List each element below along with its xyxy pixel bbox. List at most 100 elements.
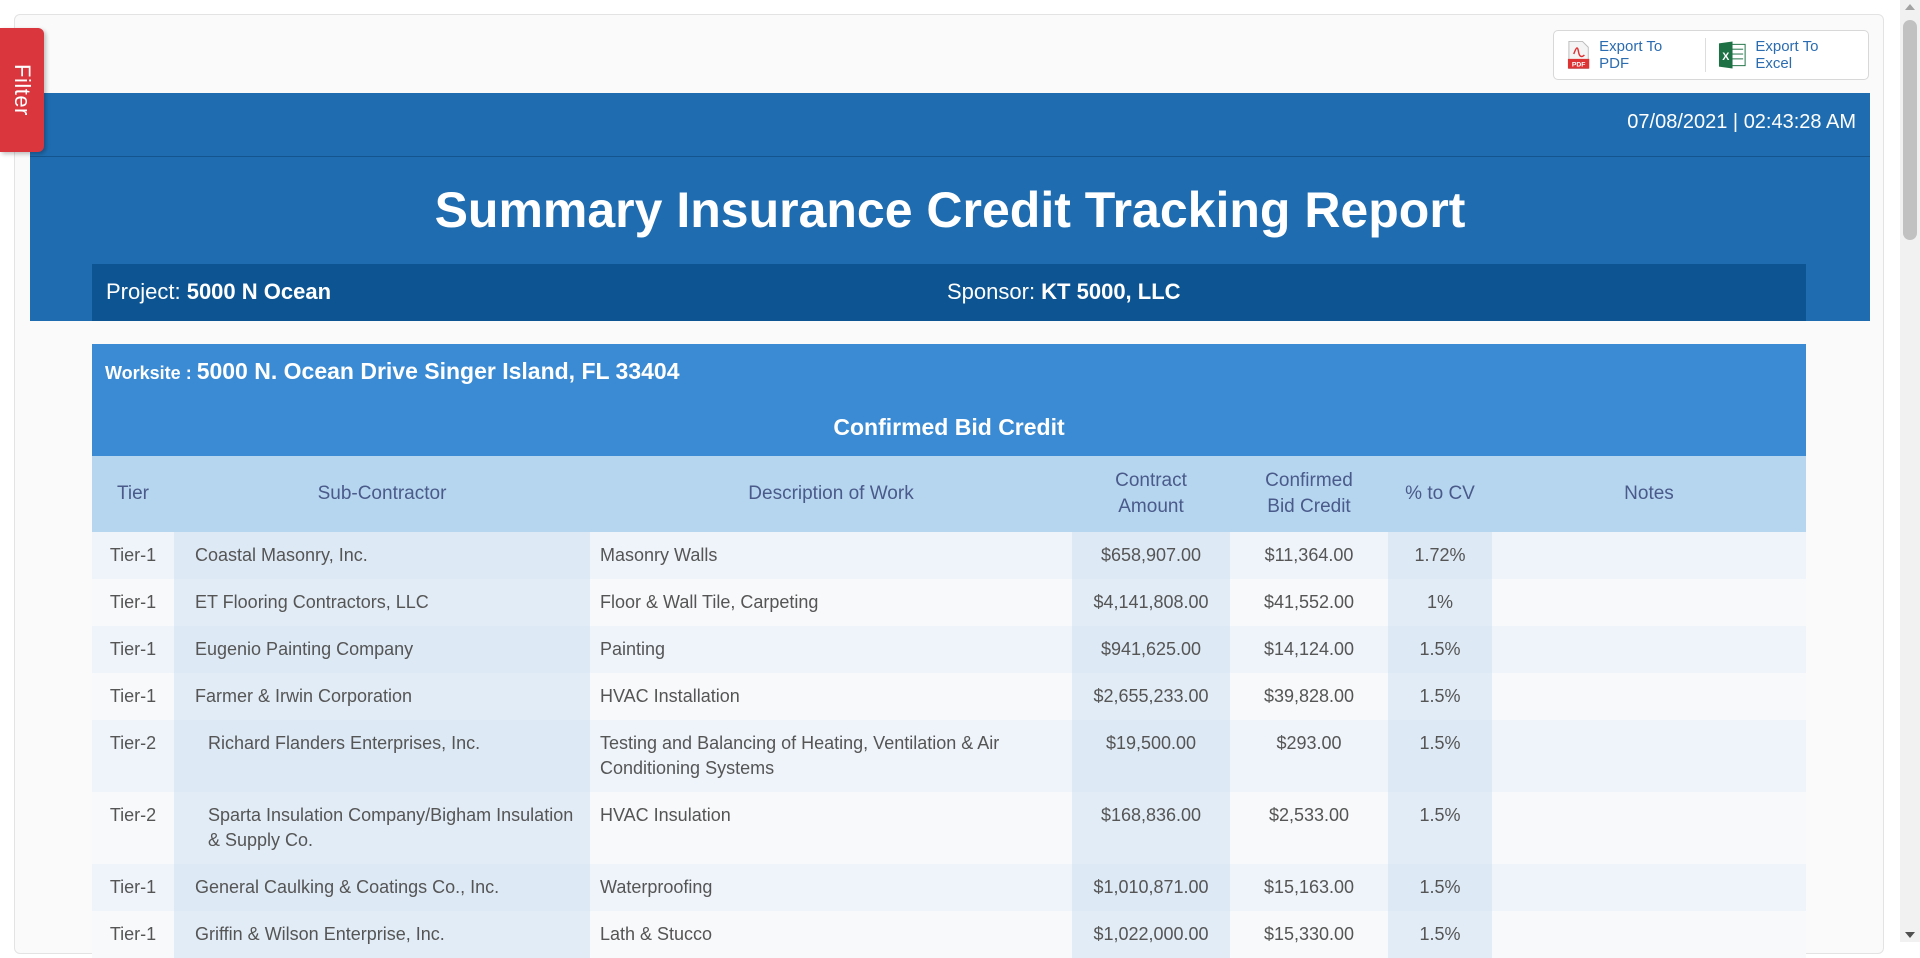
table-row: Tier-1 Eugenio Painting Company Painting $9… [92,626,1806,673]
cell-sub-contractor: General Caulking & Coatings Co., Inc. [174,864,590,911]
cell-contract-amount: $658,907.00 [1072,532,1230,579]
project-value: 5000 N Ocean [186,279,332,304]
cell-contract-amount: $1,022,000.00 [1072,911,1230,958]
cell-description: HVAC Installation [590,673,1072,720]
scroll-thumb[interactable] [1903,20,1917,240]
svg-text:X: X [1722,51,1729,63]
report-title: Summary Insurance Credit Tracking Report [434,182,1466,238]
header-notes: Notes [1492,456,1806,532]
cell-description: Floor & Wall Tile, Carpeting [590,579,1072,626]
report-header: 07/08/2021 | 02:43:28 AM Summary Insuran… [30,93,1870,321]
table-row: Tier-1 Coastal Masonry, Inc. Masonry Walls… [92,532,1806,579]
cell-tier: Tier-2 [92,720,174,792]
cell-sub-contractor: Eugenio Painting Company [174,626,590,673]
sponsor-label: Sponsor: [947,279,1042,304]
cell-tier: Tier-1 [92,911,174,958]
header-contract-line2: Amount [1118,496,1184,517]
cell-confirmed-credit: $15,163.00 [1230,864,1388,911]
cell-confirmed-credit: $41,552.00 [1230,579,1388,626]
cell-notes [1492,626,1806,673]
header-divider [30,156,1870,157]
cell-contract-amount: $168,836.00 [1072,792,1230,864]
header-credit-line2: Bid Credit [1267,496,1351,517]
cell-pct-cv: 1.72% [1388,532,1492,579]
table-row: Tier-1 Farmer & Irwin Corporation HVAC Ins… [92,673,1806,720]
cell-notes [1492,911,1806,958]
table-header-row: Tier Sub-Contractor Description of Work … [92,456,1806,532]
cell-pct-cv: 1.5% [1388,673,1492,720]
cell-description: Testing and Balancing of Heating, Ventil… [590,720,1072,792]
cell-confirmed-credit: $293.00 [1230,720,1388,792]
sponsor-info: Sponsor: KT 5000, LLC [947,279,1181,305]
header-pct-cv: % to CV [1388,456,1492,532]
cell-notes [1492,579,1806,626]
project-bar: Project: 5000 N Ocean Sponsor: KT 5000, … [92,264,1806,321]
export-pdf-label: Export To PDF [1599,38,1663,72]
cell-contract-amount: $941,625.00 [1072,626,1230,673]
cell-pct-cv: 1.5% [1388,792,1492,864]
excel-icon: X [1719,41,1746,69]
cell-description: Lath & Stucco [590,911,1072,958]
pdf-icon: PDF [1567,40,1590,70]
header-tier: Tier [92,456,174,532]
cell-sub-contractor: Farmer & Irwin Corporation [174,673,590,720]
header-contract-amount: Contract Amount [1072,456,1230,532]
cell-confirmed-credit: $39,828.00 [1230,673,1388,720]
cell-contract-amount: $2,655,233.00 [1072,673,1230,720]
cell-notes [1492,532,1806,579]
cell-confirmed-credit: $15,330.00 [1230,911,1388,958]
header-credit-line1: Confirmed [1265,470,1353,491]
cell-contract-amount: $19,500.00 [1072,720,1230,792]
filter-label: Filter [10,64,35,116]
export-excel-label: Export To Excel [1755,38,1819,72]
cell-sub-contractor: ET Flooring Contractors, LLC [174,579,590,626]
cell-tier: Tier-1 [92,626,174,673]
cell-pct-cv: 1% [1388,579,1492,626]
cell-notes [1492,720,1806,792]
export-excel-button[interactable]: X Export To Excel [1706,31,1868,79]
scroll-up-arrow-icon[interactable] [1905,4,1915,10]
cell-confirmed-credit: $2,533.00 [1230,792,1388,864]
header-contract-line1: Contract [1115,470,1187,491]
cell-confirmed-credit: $11,364.00 [1230,532,1388,579]
vertical-scrollbar[interactable] [1900,0,1920,942]
cell-sub-contractor: Coastal Masonry, Inc. [174,532,590,579]
report-datetime: 07/08/2021 | 02:43:28 AM [1627,111,1856,133]
cell-description: Masonry Walls [590,532,1072,579]
credit-table: Tier Sub-Contractor Description of Work … [92,456,1806,958]
cell-tier: Tier-1 [92,673,174,720]
table-row: Tier-1 Griffin & Wilson Enterprise, Inc. L… [92,911,1806,958]
table-row: Tier-2 Richard Flanders Enterprises, Inc.… [92,720,1806,792]
cell-tier: Tier-2 [92,792,174,864]
header-confirmed-credit: Confirmed Bid Credit [1230,456,1388,532]
cell-sub-contractor: Sparta Insulation Company/Bigham Insulat… [174,792,590,864]
worksite-line: Worksite : 5000 N. Ocean Drive Singer Is… [105,358,680,385]
cell-sub-contractor: Griffin & Wilson Enterprise, Inc. [174,911,590,958]
cell-pct-cv: 1.5% [1388,864,1492,911]
cell-tier: Tier-1 [92,579,174,626]
cell-notes [1492,673,1806,720]
cell-pct-cv: 1.5% [1388,626,1492,673]
export-toolbar: PDF Export To PDF X Export To Excel [1553,30,1869,80]
cell-tier: Tier-1 [92,864,174,911]
cell-pct-cv: 1.5% [1388,911,1492,958]
worksite-block: Worksite : 5000 N. Ocean Drive Singer Is… [92,344,1806,456]
table-row: Tier-1 ET Flooring Contractors, LLC Floor … [92,579,1806,626]
export-pdf-button[interactable]: PDF Export To PDF [1554,31,1705,79]
cell-sub-contractor: Richard Flanders Enterprises, Inc. [174,720,590,792]
scroll-down-arrow-icon[interactable] [1905,932,1915,938]
sponsor-value: KT 5000, LLC [1041,279,1181,304]
cell-contract-amount: $4,141,808.00 [1072,579,1230,626]
cell-description: Waterproofing [590,864,1072,911]
table-row: Tier-2 Sparta Insulation Company/Bigham I… [92,792,1806,864]
cell-confirmed-credit: $14,124.00 [1230,626,1388,673]
section-title: Confirmed Bid Credit [833,414,1065,440]
worksite-value: 5000 N. Ocean Drive Singer Island, FL 33… [196,358,680,384]
svg-text:PDF: PDF [1572,62,1586,69]
filter-tab[interactable]: Filter [0,28,44,152]
header-description: Description of Work [590,456,1072,532]
worksite-label: Worksite : [105,363,197,383]
table-row: Tier-1 General Caulking & Coatings Co., I… [92,864,1806,911]
cell-tier: Tier-1 [92,532,174,579]
cell-description: Painting [590,626,1072,673]
